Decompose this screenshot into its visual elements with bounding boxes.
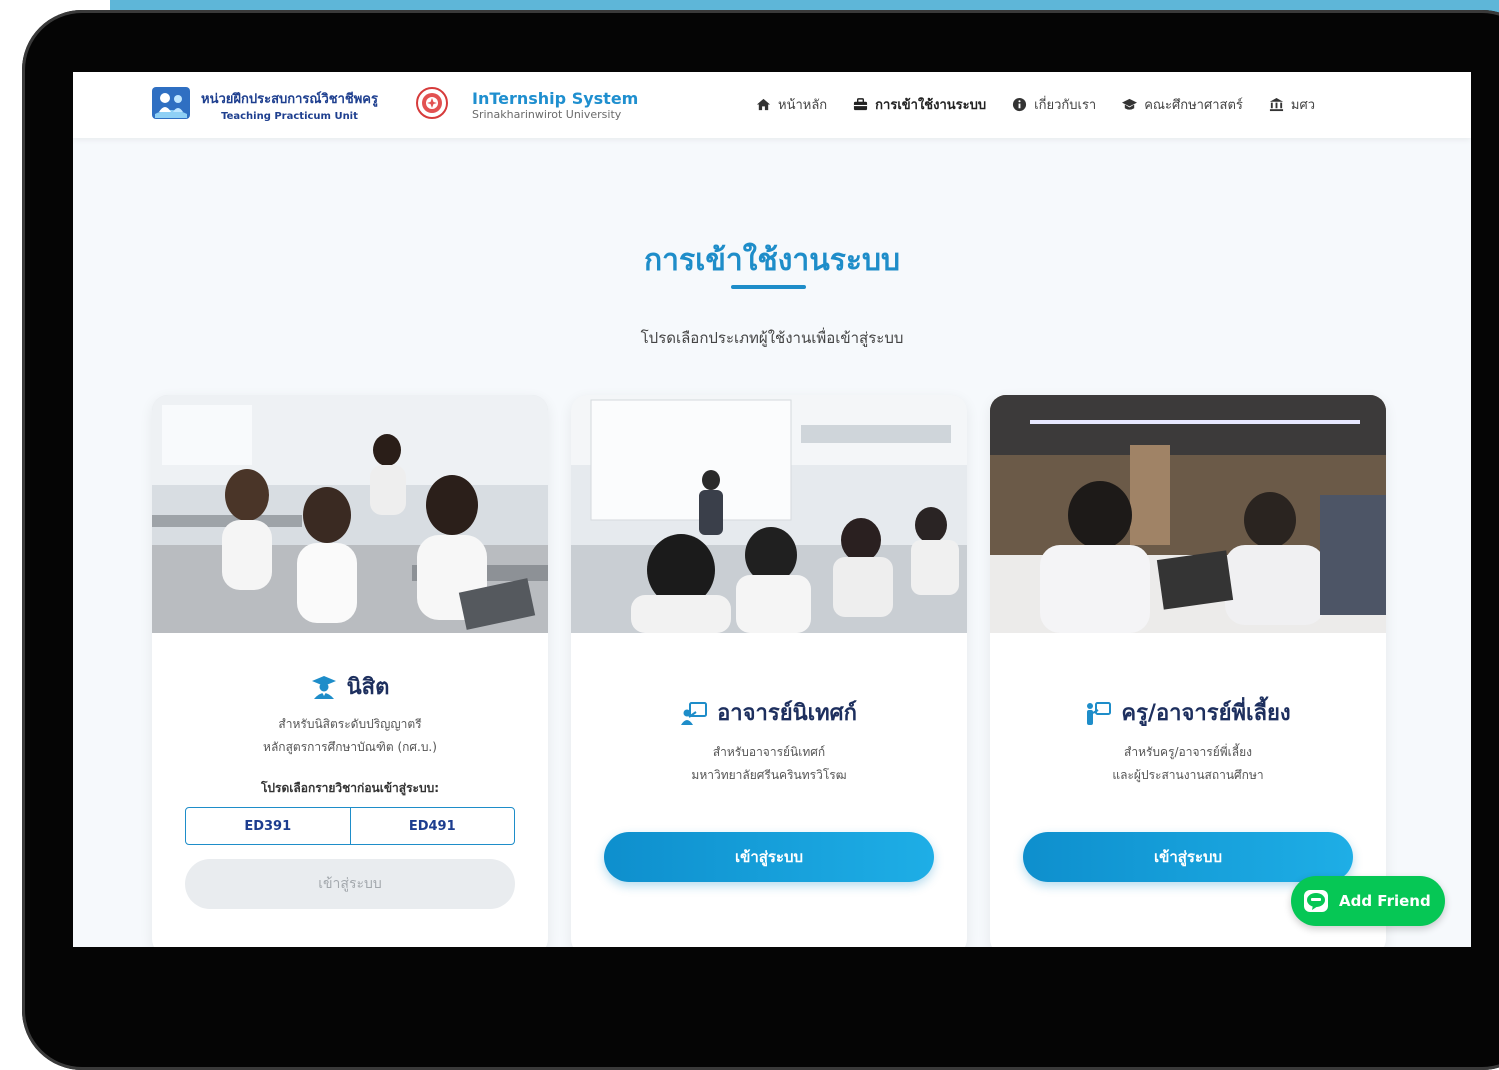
line-add-friend-button[interactable]: Add Friend xyxy=(1291,876,1445,926)
card-mentor-desc: สำหรับครู/อาจารย์พี่เลี้ยง และผู้ประสานง… xyxy=(990,741,1386,787)
page-subtitle: โปรดเลือกประเภทผู้ใช้งานเพื่อเข้าสู่ระบบ xyxy=(640,329,904,347)
card-student: นิสิต สำหรับนิสิตระดับปริญญาตรี หลักสูตร… xyxy=(152,395,548,947)
graduation-cap-icon xyxy=(1122,98,1138,110)
briefcase-icon xyxy=(854,98,868,111)
nav-item-label: มศว xyxy=(1290,98,1316,113)
unit-brand[interactable]: หน่วยฝึกประสบการณ์วิชาชีพครู Teaching Pr… xyxy=(201,88,378,122)
line-chat-icon xyxy=(1304,890,1328,912)
nav-item-faculty[interactable]: คณะศึกษาศาสตร์ xyxy=(1122,94,1243,115)
nav-item-login[interactable]: การเข้าใช้งานระบบ xyxy=(853,94,986,115)
card-title-text: นิสิต xyxy=(346,675,390,700)
nav-item-label: เกี่ยวกับเรา xyxy=(1034,98,1097,113)
supervisor-photo xyxy=(571,395,967,633)
card-student-desc: สำหรับนิสิตระดับปริญญาตรี หลักสูตรการศึก… xyxy=(152,713,548,759)
card-supervisor-title: อาจารย์นิเทศก์ xyxy=(571,695,967,730)
card-supervisor-desc: สำหรับอาจารย์นิเทศก์ มหาวิทยาลัยศรีนคริน… xyxy=(571,741,967,787)
browser-screen: หน่วยฝึกประสบการณ์วิชาชีพครู Teaching Pr… xyxy=(73,72,1471,947)
card-mentor-title: ครู/อาจารย์พี่เลี้ยง xyxy=(990,695,1386,730)
student-photo xyxy=(152,395,548,633)
mentor-login-button[interactable]: เข้าสู่ระบบ xyxy=(1023,832,1353,882)
unit-name-en: Teaching Practicum Unit xyxy=(221,111,358,122)
desc-line-2: มหาวิทยาลัยศรีนครินทรวิโรฒ xyxy=(691,768,847,782)
course-button-ed391[interactable]: ED391 xyxy=(186,808,350,844)
university-seal-icon[interactable] xyxy=(416,87,448,119)
mentor-photo xyxy=(990,395,1386,633)
line-button-label: Add Friend xyxy=(1339,892,1431,910)
teaching-unit-logo-icon[interactable] xyxy=(151,84,191,122)
nav-item-label: คณะศึกษาศาสตร์ xyxy=(1144,98,1243,113)
nav-item-label: หน้าหลัก xyxy=(778,98,828,113)
card-title-text: ครู/อาจารย์พี่เลี้ยง xyxy=(1121,701,1291,726)
nav-menu: หน้าหลัก การเข้าใช้งานระบบ เกี่ยวกับเรา … xyxy=(756,94,1315,115)
title-underline xyxy=(731,285,806,289)
card-title-text: อาจารย์นิเทศก์ xyxy=(717,701,857,726)
desc-line-2: หลักสูตรการศึกษาบัณฑิต (กศ.บ.) xyxy=(263,740,437,754)
supervisor-login-button[interactable]: เข้าสู่ระบบ xyxy=(604,832,934,882)
nav-item-about[interactable]: เกี่ยวกับเรา xyxy=(1012,94,1096,115)
desc-line-1: สำหรับนิสิตระดับปริญญาตรี xyxy=(278,717,422,731)
nav-item-university[interactable]: มศว xyxy=(1269,94,1315,115)
card-supervisor: อาจารย์นิเทศก์ สำหรับอาจารย์นิเทศก์ มหาว… xyxy=(571,395,967,947)
system-title: InTernship System xyxy=(472,89,639,108)
home-icon xyxy=(756,98,771,111)
page-title: การเข้าใช้งานระบบ xyxy=(643,243,901,278)
info-icon xyxy=(1013,97,1027,112)
navbar: หน่วยฝึกประสบการณ์วิชาชีพครู Teaching Pr… xyxy=(73,72,1471,138)
system-brand[interactable]: InTernship System Srinakharinwirot Unive… xyxy=(472,89,638,121)
graduate-student-icon xyxy=(311,675,336,699)
student-login-button[interactable]: เข้าสู่ระบบ xyxy=(185,859,515,909)
system-subtitle: Srinakharinwirot University xyxy=(472,108,622,121)
mentor-teacher-icon xyxy=(1087,701,1112,725)
nav-item-label: การเข้าใช้งานระบบ xyxy=(875,98,987,113)
desc-line-1: สำหรับครู/อาจารย์พี่เลี้ยง xyxy=(1124,745,1252,759)
course-selector: ED391 ED491 xyxy=(185,807,515,845)
desc-line-2: และผู้ประสานงานสถานศึกษา xyxy=(1112,768,1264,782)
unit-name-th: หน่วยฝึกประสบการณ์วิชาชีพครู xyxy=(201,92,378,107)
course-button-ed491[interactable]: ED491 xyxy=(349,808,515,844)
university-icon xyxy=(1269,97,1283,112)
nav-item-home[interactable]: หน้าหลัก xyxy=(756,94,827,115)
course-select-label: โปรดเลือกรายวิชาก่อนเข้าสู่ระบบ: xyxy=(260,781,440,795)
teacher-board-icon xyxy=(681,701,708,725)
card-mentor: ครู/อาจารย์พี่เลี้ยง สำหรับครู/อาจารย์พี… xyxy=(990,395,1386,947)
card-student-title: นิสิต xyxy=(152,669,548,704)
desc-line-1: สำหรับอาจารย์นิเทศก์ xyxy=(712,745,826,759)
